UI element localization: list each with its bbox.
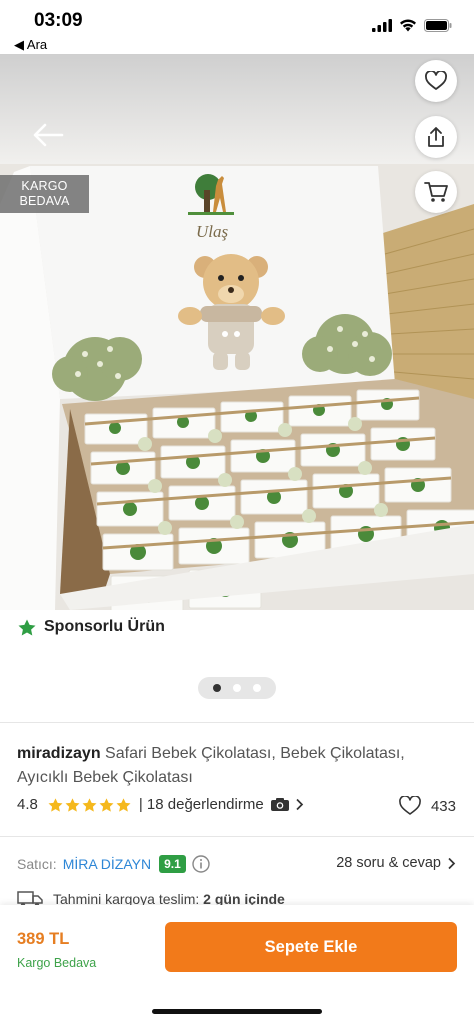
status-time: 03:09 (34, 10, 83, 31)
status-icons (372, 19, 452, 32)
carousel-indicator[interactable] (198, 677, 276, 699)
seller-label: Satıcı: (17, 856, 57, 872)
name-on-box: Ulaş (196, 222, 229, 241)
favorite-button[interactable] (415, 60, 457, 102)
free-shipping-label: Kargo Bedava (17, 956, 97, 970)
heart-icon (425, 71, 447, 90)
free-shipping-badge: KARGO BEDAVA (0, 175, 89, 213)
star-icon (82, 797, 97, 812)
star-icon (18, 619, 36, 635)
status-bar: 03:09 ◀ Ara (0, 0, 474, 54)
cart-button[interactable] (415, 171, 457, 213)
share-button[interactable] (415, 116, 457, 158)
qa-text: 28 soru & cevap (336, 855, 441, 871)
questions-answers-link[interactable]: 28 soru & cevap (336, 855, 456, 871)
price: 389 TL (17, 930, 70, 948)
star-icon (99, 797, 114, 812)
heart-icon (399, 796, 421, 815)
back-arrow-icon[interactable] (30, 120, 66, 150)
wifi-icon (400, 19, 416, 32)
review-count[interactable]: | 18 değerlendirme (139, 796, 264, 813)
share-icon (428, 127, 444, 147)
chevron-right-icon (448, 857, 456, 869)
seller-link[interactable]: MİRA DİZAYN (63, 856, 151, 872)
sponsored-label: Sponsorlu Ürün (18, 618, 165, 636)
camera-icon (270, 798, 289, 811)
add-to-cart-button[interactable]: Sepete Ekle (165, 922, 457, 972)
favorite-count-value: 433 (430, 797, 456, 815)
sponsored-text: Sponsorlu Ürün (44, 618, 165, 635)
add-to-cart-label: Sepete Ekle (264, 937, 358, 956)
rating-stars (48, 797, 131, 812)
divider (0, 836, 474, 837)
home-indicator[interactable] (152, 1009, 322, 1014)
product-photo: Ulaş (0, 54, 474, 610)
star-icon (65, 797, 80, 812)
product-title: miradizayn Safari Bebek Çikolatası, Bebe… (17, 742, 457, 790)
star-icon (116, 797, 131, 812)
divider (0, 722, 474, 723)
brand-name[interactable]: miradizayn (17, 745, 101, 762)
back-to-search-link[interactable]: ◀ Ara (14, 37, 47, 53)
rating-row[interactable]: 4.8 | 18 değerlendirme (17, 796, 304, 813)
chevron-right-icon (296, 798, 303, 811)
rating-value: 4.8 (17, 796, 38, 813)
star-icon (48, 797, 63, 812)
free-shipping-badge-text: KARGO BEDAVA (19, 179, 70, 208)
signal-icon (372, 19, 392, 32)
info-icon[interactable] (192, 855, 210, 873)
seller-row: Satıcı: MİRA DİZAYN 9.1 (17, 855, 210, 873)
carousel-dot-2[interactable] (233, 684, 241, 692)
cart-icon (424, 182, 448, 202)
favorite-count[interactable]: 433 (399, 796, 456, 816)
product-image[interactable]: Ulaş KARGO BEDAVA (0, 54, 474, 610)
carousel-dot-1[interactable] (213, 684, 221, 692)
carousel-dot-3[interactable] (253, 684, 261, 692)
battery-icon (424, 19, 452, 32)
seller-score-badge: 9.1 (159, 855, 186, 873)
